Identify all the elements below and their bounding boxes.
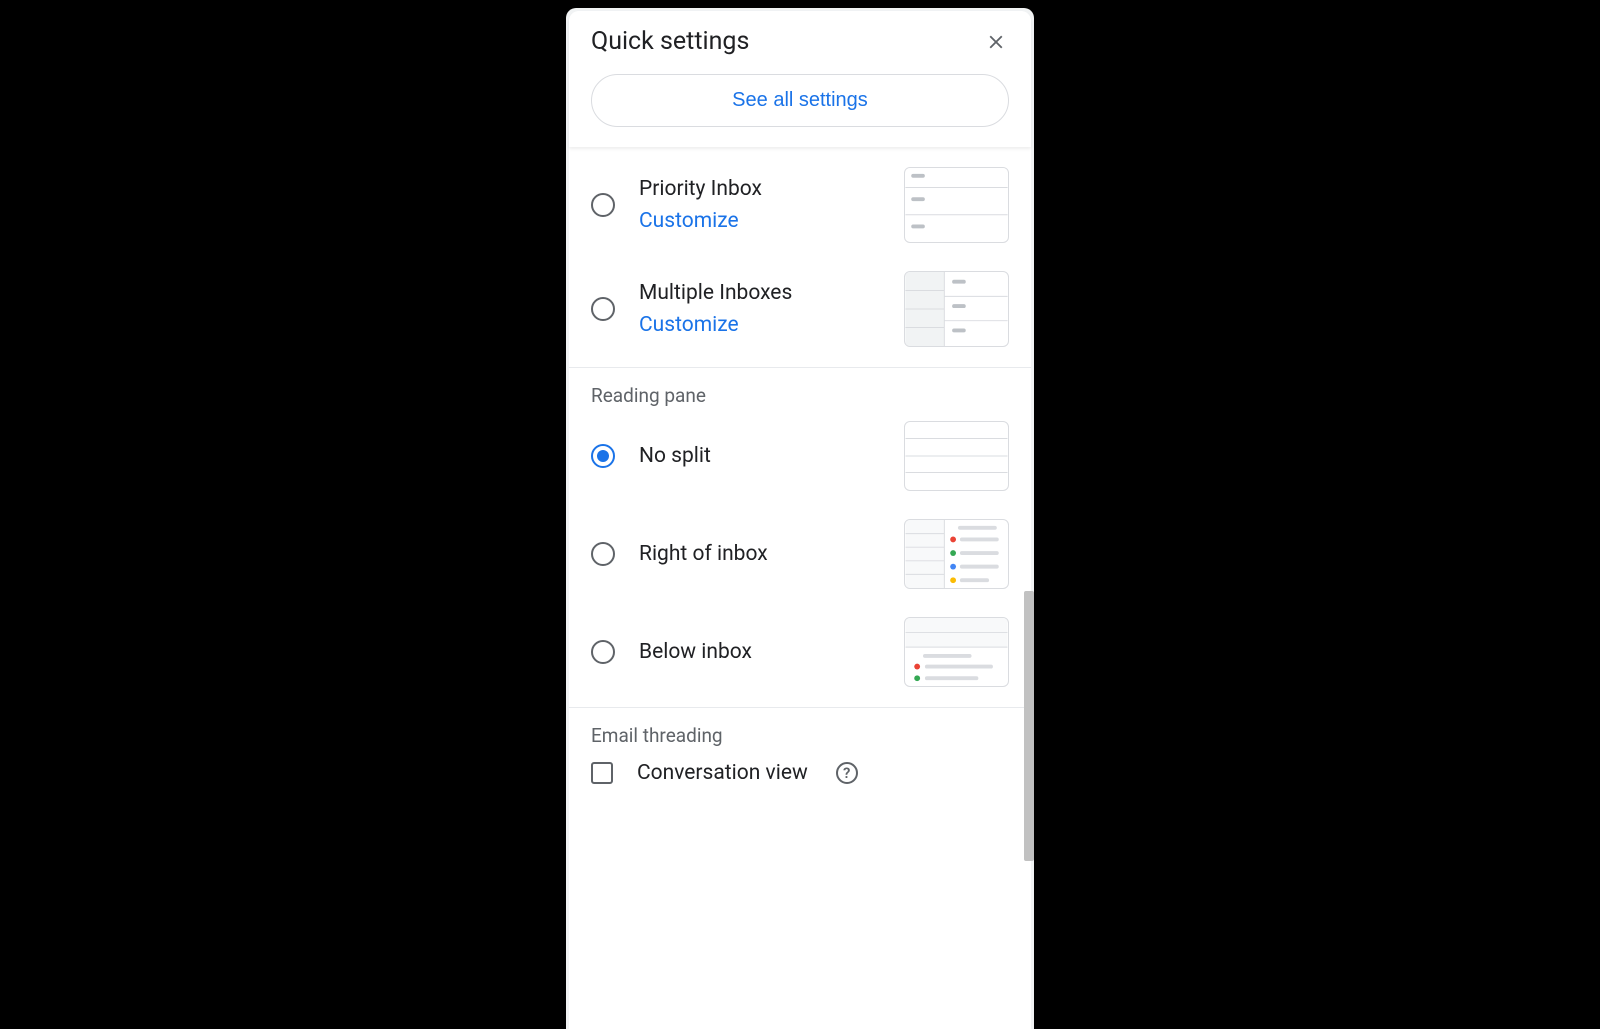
panel-title: Quick settings: [591, 27, 749, 56]
reading-pane-option-right[interactable]: Right of inbox: [591, 519, 1009, 589]
radio-no-split[interactable]: [591, 444, 615, 468]
option-label: Multiple Inboxes: [639, 281, 880, 305]
reading-pane-option-no-split[interactable]: No split: [591, 421, 1009, 491]
radio-below-inbox[interactable]: [591, 640, 615, 664]
customize-multiple-link[interactable]: Customize: [639, 313, 880, 337]
preview-multiple-inboxes: [904, 271, 1009, 347]
close-icon: [985, 31, 1007, 53]
quick-settings-panel: Quick settings See all settings Priority…: [569, 11, 1031, 1029]
inbox-option-priority[interactable]: Priority Inbox Customize: [591, 167, 1009, 243]
inbox-option-multiple[interactable]: Multiple Inboxes Customize: [591, 271, 1009, 347]
reading-pane-option-below[interactable]: Below inbox: [591, 617, 1009, 687]
help-icon[interactable]: ?: [836, 762, 858, 784]
email-threading-section: Email threading Conversation view ?: [569, 708, 1031, 805]
panel-header: Quick settings See all settings: [569, 11, 1031, 147]
option-label: No split: [639, 444, 880, 468]
preview-right-of-inbox: [904, 519, 1009, 589]
conversation-view-row[interactable]: Conversation view ?: [591, 761, 1009, 785]
reading-pane-section: Reading pane No split: [569, 368, 1031, 708]
conversation-view-checkbox[interactable]: [591, 762, 613, 784]
section-title-reading-pane: Reading pane: [591, 384, 1009, 407]
settings-body[interactable]: Priority Inbox Customize: [569, 147, 1031, 1029]
radio-priority-inbox[interactable]: [591, 193, 615, 217]
conversation-view-label: Conversation view: [637, 761, 808, 785]
preview-no-split: [904, 421, 1009, 491]
radio-right-of-inbox[interactable]: [591, 542, 615, 566]
scrollbar-thumb[interactable]: [1024, 591, 1034, 861]
option-label: Below inbox: [639, 640, 880, 664]
option-label: Right of inbox: [639, 542, 880, 566]
close-button[interactable]: [983, 29, 1009, 55]
preview-priority-inbox: [904, 167, 1009, 243]
section-title-email-threading: Email threading: [591, 724, 1009, 747]
inbox-type-section: Priority Inbox Customize: [569, 147, 1031, 368]
radio-multiple-inboxes[interactable]: [591, 297, 615, 321]
preview-below-inbox: [904, 617, 1009, 687]
see-all-settings-button[interactable]: See all settings: [591, 74, 1009, 127]
customize-priority-link[interactable]: Customize: [639, 209, 880, 233]
option-label: Priority Inbox: [639, 177, 880, 201]
